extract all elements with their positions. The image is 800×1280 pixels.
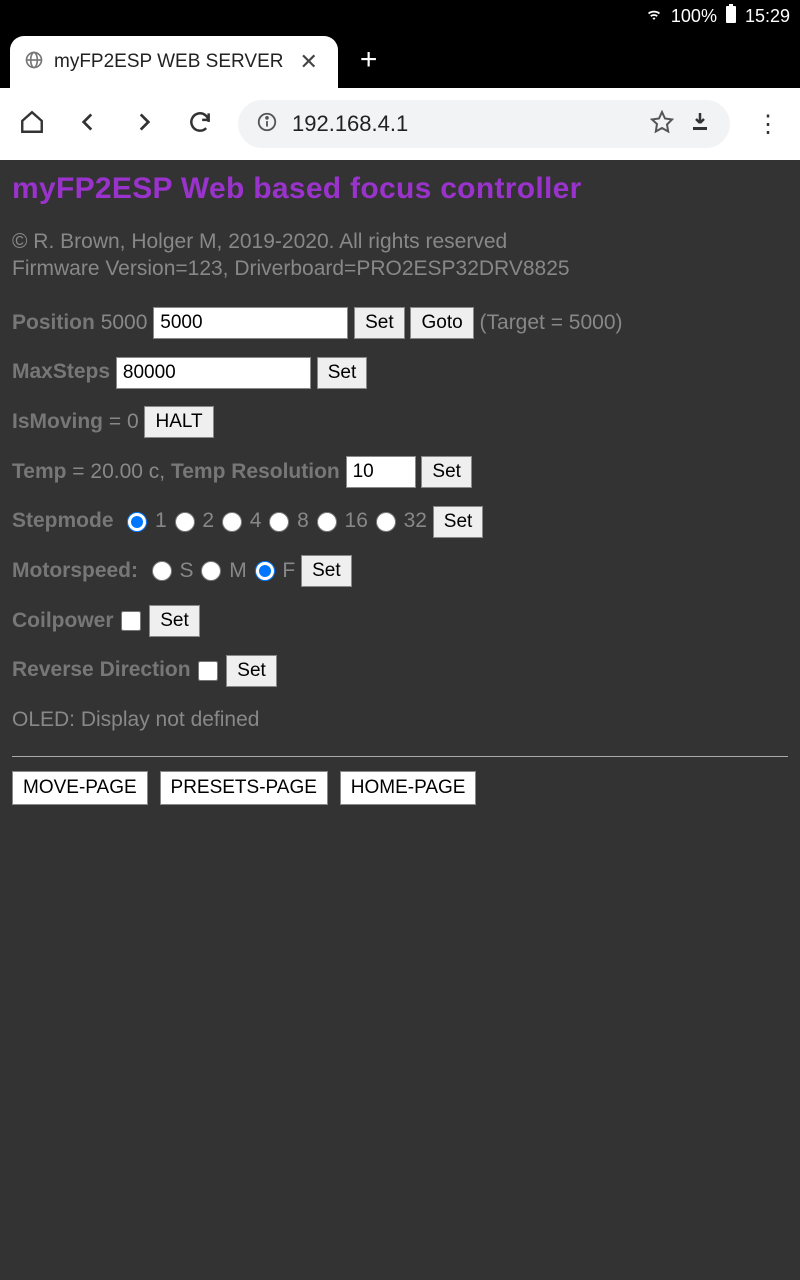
maxsteps-label: MaxSteps: [12, 360, 110, 383]
tempres-set-button[interactable]: Set: [421, 456, 472, 488]
tab-title: myFP2ESP WEB SERVER: [54, 51, 283, 73]
stepmode-1-label: 1: [155, 509, 167, 532]
temp-row: Temp = 20.00 c, Temp Resolution Set: [12, 454, 788, 490]
motorspeed-m-radio[interactable]: [201, 561, 221, 581]
download-icon[interactable]: [688, 110, 712, 139]
copyright-text: © R. Brown, Holger M, 2019-2020. All rig…: [12, 228, 788, 283]
motorspeed-f-radio[interactable]: [255, 561, 275, 581]
halt-button[interactable]: HALT: [144, 406, 213, 438]
info-icon[interactable]: [256, 111, 278, 138]
stepmode-8-label: 8: [297, 509, 309, 532]
address-bar[interactable]: 192.168.4.1: [238, 100, 730, 148]
stepmode-16-radio[interactable]: [317, 512, 337, 532]
stepmode-4-radio[interactable]: [222, 512, 242, 532]
forward-icon[interactable]: [126, 109, 162, 140]
move-page-button[interactable]: MOVE-PAGE: [12, 771, 148, 805]
temp-label: Temp: [12, 460, 66, 483]
bookmark-icon[interactable]: [650, 110, 674, 139]
oled-status: OLED: Display not defined: [12, 702, 788, 738]
position-goto-button[interactable]: Goto: [410, 307, 473, 339]
coilpower-set-button[interactable]: Set: [149, 605, 200, 637]
stepmode-set-button[interactable]: Set: [433, 506, 484, 538]
browser-toolbar: 192.168.4.1 ⋮: [0, 88, 800, 160]
tempres-label: Temp Resolution: [171, 460, 340, 483]
globe-icon: [24, 50, 44, 75]
coilpower-label: Coilpower: [12, 609, 114, 632]
reload-icon[interactable]: [182, 109, 218, 140]
stepmode-label: Stepmode: [12, 509, 114, 532]
menu-icon[interactable]: ⋮: [750, 110, 786, 139]
battery-percent: 100%: [671, 6, 717, 27]
new-tab-button[interactable]: +: [338, 43, 400, 77]
motorspeed-f-label: F: [282, 559, 295, 582]
reverse-checkbox[interactable]: [198, 661, 218, 681]
maxsteps-row: MaxSteps Set: [12, 354, 788, 390]
close-icon[interactable]: ✕: [293, 49, 323, 75]
tempres-input[interactable]: [346, 456, 416, 488]
stepmode-32-label: 32: [404, 509, 427, 532]
stepmode-16-label: 16: [345, 509, 368, 532]
page-title: myFP2ESP Web based focus controller: [12, 172, 788, 206]
ismoving-row: IsMoving = 0 HALT: [12, 404, 788, 440]
coilpower-row: Coilpower Set: [12, 603, 788, 639]
position-target: (Target = 5000): [480, 311, 623, 334]
position-row: Position 5000 Set Goto (Target = 5000): [12, 305, 788, 341]
motorspeed-set-button[interactable]: Set: [301, 555, 352, 587]
page-content: myFP2ESP Web based focus controller © R.…: [0, 160, 800, 1280]
stepmode-8-radio[interactable]: [269, 512, 289, 532]
motorspeed-s-radio[interactable]: [152, 561, 172, 581]
url-text: 192.168.4.1: [292, 111, 636, 137]
home-icon[interactable]: [14, 109, 50, 140]
position-set-button[interactable]: Set: [354, 307, 405, 339]
browser-tab[interactable]: myFP2ESP WEB SERVER ✕: [10, 36, 338, 88]
motorspeed-s-label: S: [180, 559, 194, 582]
motorspeed-row: Motorspeed: S M F Set: [12, 553, 788, 589]
stepmode-4-label: 4: [250, 509, 262, 532]
position-input[interactable]: [153, 307, 348, 339]
presets-page-button[interactable]: PRESETS-PAGE: [160, 771, 328, 805]
stepmode-row: Stepmode 1 2 4 8 16 32 Set: [12, 503, 788, 539]
footer-buttons: MOVE-PAGE PRESETS-PAGE HOME-PAGE: [12, 771, 788, 805]
reverse-set-button[interactable]: Set: [226, 655, 277, 687]
position-value: 5000: [101, 311, 148, 334]
reverse-row: Reverse Direction Set: [12, 652, 788, 688]
stepmode-2-radio[interactable]: [175, 512, 195, 532]
stepmode-32-radio[interactable]: [376, 512, 396, 532]
status-bar: 100% 15:29: [0, 0, 800, 32]
stepmode-1-radio[interactable]: [127, 512, 147, 532]
divider: [12, 756, 788, 757]
ismoving-label: IsMoving: [12, 410, 103, 433]
maxsteps-set-button[interactable]: Set: [317, 357, 368, 389]
back-icon[interactable]: [70, 109, 106, 140]
battery-icon: [725, 4, 737, 29]
temp-value: = 20.00 c,: [66, 460, 171, 483]
coilpower-checkbox[interactable]: [121, 611, 141, 631]
reverse-label: Reverse Direction: [12, 658, 191, 681]
ismoving-value: = 0: [103, 410, 144, 433]
clock: 15:29: [745, 6, 790, 27]
tab-bar: myFP2ESP WEB SERVER ✕ +: [0, 32, 800, 88]
wifi-icon: [645, 5, 663, 28]
maxsteps-input[interactable]: [116, 357, 311, 389]
motorspeed-label: Motorspeed:: [12, 559, 138, 582]
stepmode-2-label: 2: [202, 509, 214, 532]
position-label: Position: [12, 311, 95, 334]
home-page-button[interactable]: HOME-PAGE: [340, 771, 477, 805]
motorspeed-m-label: M: [229, 559, 247, 582]
